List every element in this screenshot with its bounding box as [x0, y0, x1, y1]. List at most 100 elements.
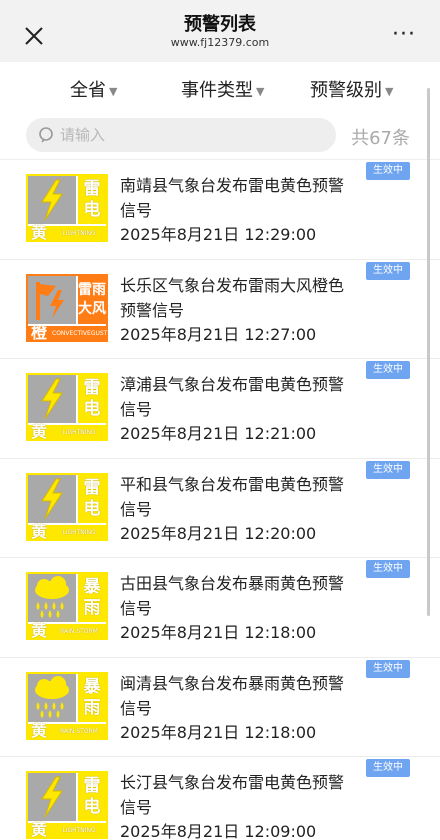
- warning-list-item-3[interactable]: 雷 电 黄 LIGHTNING 漳浦县气象台发布雷电黄色预警信号 2025年8月…: [0, 359, 440, 459]
- signal-keyword-1: 暴: [83, 676, 101, 697]
- warning-time: 2025年8月21日 12:18:00: [120, 623, 317, 642]
- top-bar: 预警列表 www.fj12379.com ···: [0, 0, 440, 62]
- warning-time: 2025年8月21日 12:21:00: [120, 424, 317, 443]
- warning-signal-icon: 雷 电 黄 LIGHTNING: [26, 174, 108, 242]
- signal-level: 黄: [30, 621, 47, 640]
- signal-english-label: LIGHTNING: [62, 528, 96, 536]
- status-badge: 生效中: [366, 162, 410, 180]
- signal-keyword-1: 雷: [83, 378, 101, 398]
- warning-level-filter[interactable]: 预警级别 ▼: [310, 76, 393, 102]
- signal-level-bar: 黄 LIGHTNING: [28, 422, 106, 441]
- warning-list-item-6[interactable]: 暴 雨 黄 RAIN STORM 闽清县气象台发布暴雨黄色预警信号 2025年8…: [0, 658, 440, 757]
- caret-down-icon: ▼: [256, 84, 265, 98]
- warning-list-item-2[interactable]: 雷雨 大风 橙 CONVECTIVEGUST 长乐区气象台发布雷雨大风橙色预警信…: [0, 260, 440, 359]
- warning-level-filter-label: 预警级别: [310, 80, 382, 101]
- signal-keyword: 雷 电: [76, 773, 106, 821]
- province-filter[interactable]: 全省 ▼: [70, 76, 117, 102]
- signal-english-label: RAIN STORM: [60, 628, 98, 635]
- warning-title: 平和县气象台发布雷电黄色预警信号: [120, 474, 345, 519]
- warning-title: 闽清县气象台发布暴雨黄色预警信号: [120, 673, 345, 718]
- page-title: 预警列表: [184, 14, 256, 35]
- search-icon: [39, 127, 53, 143]
- page-subtitle: www.fj12379.com: [170, 36, 270, 49]
- caret-down-icon: ▼: [385, 84, 394, 98]
- filter-bar: 全省 ▼ 事件类型 ▼ 预警级别 ▼: [0, 62, 440, 114]
- signal-level: 黄: [30, 223, 47, 242]
- warning-signal-icon: 雷 电 黄 LIGHTNING: [26, 771, 108, 839]
- lightning-icon: [28, 474, 76, 523]
- signal-english-label: LIGHTNING: [62, 230, 96, 237]
- result-count: 共67条: [351, 128, 410, 149]
- warning-time: 2025年8月21日 12:18:00: [120, 722, 317, 742]
- warning-time: 2025年8月21日 12:29:00: [120, 225, 317, 244]
- warning-list-item-5[interactable]: 暴 雨 黄 RAIN STORM 古田县气象台发布暴雨黄色预警信号 2025年8…: [0, 558, 440, 658]
- search-row: 共67条: [0, 114, 440, 160]
- warning-title: 漳浦县气象台发布雷电黄色预警信号: [120, 375, 345, 419]
- status-badge: 生效中: [366, 261, 410, 280]
- warning-title: 长汀县气象台发布雷电黄色预警信号: [120, 773, 345, 817]
- signal-keyword-2: 电: [83, 399, 101, 419]
- signal-english-label: CONVECTIVEGUST: [52, 329, 108, 337]
- signal-keyword: 雷 电: [76, 375, 106, 423]
- signal-keyword-2: 电: [83, 200, 101, 220]
- signal-level: 黄: [30, 521, 47, 541]
- signal-keyword-1: 雷: [83, 179, 101, 199]
- signal-keyword: 暴 雨: [76, 574, 106, 622]
- warning-list-item-1[interactable]: 雷 电 黄 LIGHTNING 南靖县气象台发布雷电黄色预警信号 2025年8月…: [0, 160, 440, 260]
- signal-level: 黄: [30, 720, 47, 740]
- scrollbar[interactable]: [427, 88, 430, 616]
- signal-keyword-2: 电: [83, 797, 101, 817]
- signal-keyword: 暴 雨: [76, 673, 106, 722]
- province-filter-label: 全省: [70, 80, 106, 101]
- warning-title: 古田县气象台发布暴雨黄色预警信号: [120, 574, 345, 618]
- signal-english-label: LIGHTNING: [62, 827, 96, 834]
- signal-keyword-2: 雨: [83, 598, 101, 618]
- lightning-wind-icon: [28, 275, 76, 324]
- warning-list-item-7[interactable]: 雷 电 黄 LIGHTNING 长汀县气象台发布雷电黄色预警信号 2025年8月…: [0, 757, 440, 840]
- status-badge: 生效中: [366, 759, 410, 777]
- signal-keyword-2: 雨: [83, 697, 101, 718]
- signal-level-bar: 黄 LIGHTNING: [28, 223, 106, 242]
- status-badge: 生效中: [366, 460, 410, 479]
- warning-title: 长乐区气象台发布雷雨大风橙色预警信号: [120, 275, 345, 320]
- signal-level-bar: 黄 LIGHTNING: [28, 521, 106, 541]
- rainstorm-icon: [28, 574, 76, 622]
- signal-english-label: RAIN STORM: [60, 727, 98, 735]
- signal-keyword-1: 暴: [83, 577, 101, 597]
- signal-keyword-2: 电: [83, 498, 101, 519]
- caret-down-icon: ▼: [109, 84, 118, 98]
- signal-level-bar: 橙 CONVECTIVEGUST: [28, 323, 108, 341]
- signal-level: 黄: [30, 422, 47, 441]
- event-type-filter[interactable]: 事件类型 ▼: [181, 76, 264, 102]
- warning-title: 南靖县气象台发布雷电黄色预警信号: [120, 176, 345, 220]
- warning-signal-icon: 雷雨 大风 橙 CONVECTIVEGUST: [26, 273, 108, 342]
- signal-keyword-1: 雷雨: [78, 281, 106, 298]
- signal-english-label: LIGHTNING: [62, 429, 96, 436]
- warning-signal-icon: 暴 雨 黄 RAIN STORM: [26, 572, 108, 640]
- search-box[interactable]: [26, 118, 336, 152]
- warning-signal-icon: 暴 雨 黄 RAIN STORM: [26, 671, 108, 740]
- signal-keyword-1: 雷: [83, 776, 101, 796]
- signal-keyword: 雷雨 大风: [76, 275, 106, 324]
- warning-time: 2025年8月21日 12:09:00: [120, 822, 317, 840]
- search-input[interactable]: [60, 118, 320, 152]
- title-block: 预警列表 www.fj12379.com: [0, 14, 440, 50]
- rainstorm-icon: [28, 673, 76, 722]
- warning-time: 2025年8月21日 12:27:00: [120, 324, 317, 344]
- lightning-icon: [28, 375, 76, 423]
- signal-level-bar: 黄 LIGHTNING: [28, 820, 106, 839]
- signal-keyword: 雷 电: [76, 176, 106, 224]
- lightning-icon: [28, 773, 76, 821]
- warning-signal-icon: 雷 电 黄 LIGHTNING: [26, 373, 108, 441]
- more-options-button[interactable]: ···: [392, 24, 416, 46]
- warning-list: 雷 电 黄 LIGHTNING 南靖县气象台发布雷电黄色预警信号 2025年8月…: [0, 160, 440, 840]
- warning-list-item-4[interactable]: 雷 电 黄 LIGHTNING 平和县气象台发布雷电黄色预警信号 2025年8月…: [0, 459, 440, 558]
- lightning-icon: [28, 176, 76, 224]
- signal-keyword: 雷 电: [76, 474, 106, 523]
- signal-level-bar: 黄 RAIN STORM: [28, 720, 106, 740]
- signal-level: 黄: [30, 820, 47, 839]
- warning-signal-icon: 雷 电 黄 LIGHTNING: [26, 472, 108, 541]
- status-badge: 生效中: [366, 659, 410, 678]
- warning-time: 2025年8月21日 12:20:00: [120, 523, 317, 543]
- status-badge: 生效中: [366, 361, 410, 379]
